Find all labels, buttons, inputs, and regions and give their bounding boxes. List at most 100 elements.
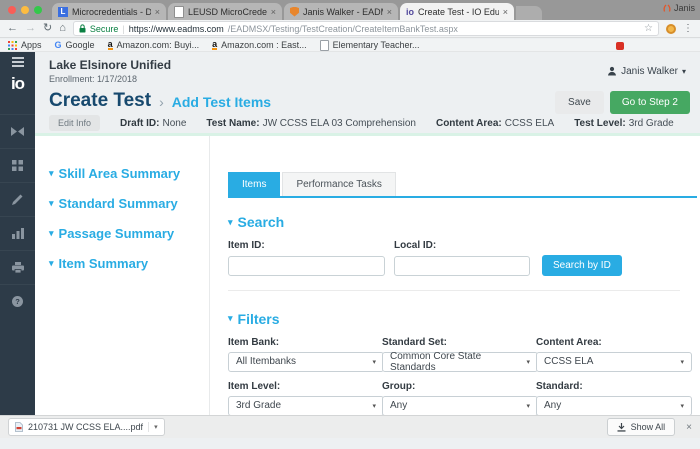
browser-tab-create-test[interactable]: io Create Test - IO Education ×: [400, 3, 514, 20]
person-icon: [608, 66, 617, 76]
test-level: Test Level: 3rd Grade: [574, 117, 674, 129]
butterfly-nav-icon[interactable]: [0, 114, 35, 148]
chrome-profile[interactable]: Janis: [663, 3, 695, 13]
standard-set-filter: Standard Set: Common Core State Standard…: [382, 337, 538, 373]
enrollment-date: Enrollment: 1/17/2018: [49, 74, 138, 84]
item-level-filter: Item Level: 3rd Grade ▾: [228, 381, 384, 416]
bar-chart-nav-icon[interactable]: [0, 216, 35, 250]
hamburger-menu-icon[interactable]: [11, 57, 24, 67]
content-area-select[interactable]: CCSS ELA ▾: [536, 351, 692, 372]
profile-name: Janis: [673, 3, 695, 13]
tab-close-icon[interactable]: ×: [155, 7, 160, 17]
save-button[interactable]: Save: [555, 91, 604, 114]
select-caret-icon: ▾: [372, 402, 376, 410]
bookmark-amazon-1[interactable]: a Amazon.com: Buyi...: [107, 39, 200, 50]
home-icon[interactable]: ⌂: [59, 23, 66, 34]
standard-set-select[interactable]: Common Core State Standards ▾: [382, 351, 538, 373]
secure-label: Secure: [89, 23, 119, 34]
item-bank-filter: Item Bank: All Itembanks ▾: [228, 337, 384, 372]
tab-title: Microcredentials - District Dep: [72, 6, 151, 17]
filters-section-heading[interactable]: ▾ Filters: [228, 311, 700, 327]
chevron-down-icon: ▾: [681, 66, 686, 76]
chrome-menu-icon[interactable]: ⋮: [683, 23, 693, 34]
grid-nav-icon[interactable]: [0, 148, 35, 182]
go-to-step-2-button[interactable]: Go to Step 2: [609, 91, 690, 114]
tab-performance-tasks[interactable]: Performance Tasks: [282, 172, 396, 196]
back-icon[interactable]: ←: [7, 23, 18, 34]
section-divider: [228, 289, 680, 291]
address-bar[interactable]: Secure | https://www.eadms.com/EADMSX/Te…: [72, 21, 659, 36]
browser-tab-eadms-basics[interactable]: Janis Walker - EADMS Basics ×: [284, 3, 398, 20]
browser-tab-microcredentials[interactable]: L Microcredentials - District Dep ×: [52, 3, 166, 20]
reload-icon[interactable]: ↻: [43, 23, 52, 34]
browser-tab-leusd[interactable]: LEUSD MicroCredentials ×: [168, 3, 282, 20]
bookmark-google[interactable]: G Google: [55, 40, 95, 50]
show-all-button[interactable]: Show All: [606, 418, 676, 436]
item-id-label: Item ID:: [228, 240, 265, 251]
item-summary-link[interactable]: ▾ Item Summary: [49, 256, 209, 271]
minimize-window-button[interactable]: [21, 6, 29, 14]
bookmark-label: Google: [65, 40, 95, 50]
apps-grid-icon: [8, 40, 17, 50]
passage-summary-link[interactable]: ▾ Passage Summary: [49, 226, 209, 241]
download-options-caret-icon[interactable]: ▾: [148, 422, 158, 432]
window-controls: [0, 0, 52, 20]
amazon-a-icon: a: [107, 39, 113, 50]
standard-filter: Standard: Any ▾: [536, 381, 692, 416]
url-path: /EADMSX/Testing/TestCreation/CreateItemB…: [227, 23, 458, 34]
downloaded-file-name: 210731 JW CCSS ELA....pdf: [28, 422, 144, 432]
google-g-icon: G: [54, 40, 62, 50]
download-bar: 210731 JW CCSS ELA....pdf ▾ Show All ×: [0, 415, 700, 438]
bookmark-elementary-teacher[interactable]: Elementary Teacher...: [319, 39, 420, 51]
printer-nav-icon[interactable]: [0, 250, 35, 284]
amazon-a-icon: a: [212, 39, 218, 50]
skill-area-summary-link[interactable]: ▾ Skill Area Summary: [49, 166, 209, 181]
download-bar-close-icon[interactable]: ×: [686, 422, 692, 433]
tab-close-icon[interactable]: ×: [271, 7, 276, 17]
item-bank-select[interactable]: All Itembanks ▾: [228, 351, 384, 372]
caret-down-icon: ▾: [49, 258, 54, 268]
close-window-button[interactable]: [8, 6, 16, 14]
bookmark-star-icon[interactable]: ☆: [644, 23, 653, 34]
bookmark-amazon-2[interactable]: a Amazon.com : East...: [212, 40, 307, 50]
standard-select[interactable]: Any ▾: [536, 395, 692, 416]
bookmark-label: Amazon.com : East...: [221, 40, 307, 50]
search-by-id-button[interactable]: Search by ID: [542, 254, 622, 276]
io-logo[interactable]: io: [11, 74, 25, 94]
item-level-select[interactable]: 3rd Grade ▾: [228, 395, 384, 416]
red-bookmark-favicon[interactable]: [616, 42, 624, 50]
extension-icon[interactable]: [666, 23, 676, 34]
group-filter: Group: Any ▾: [382, 381, 538, 416]
zoom-window-button[interactable]: [34, 6, 42, 14]
pdf-file-icon: [15, 422, 23, 432]
edit-info-button[interactable]: Edit Info: [49, 115, 101, 131]
new-tab-button[interactable]: [516, 6, 542, 20]
user-menu[interactable]: Janis Walker ▾: [607, 66, 686, 77]
standard-summary-link[interactable]: ▾ Standard Summary: [49, 196, 209, 211]
header-buttons: Save Go to Step 2: [555, 91, 690, 114]
document-icon: [319, 39, 329, 51]
forward-icon[interactable]: →: [25, 23, 36, 34]
select-caret-icon: ▾: [680, 402, 684, 410]
page-title: Create Test: [49, 90, 152, 111]
profile-avatar-icon: [663, 4, 671, 12]
tab-title: LEUSD MicroCredentials: [188, 6, 267, 17]
tab-items[interactable]: Items: [228, 172, 281, 196]
page-head: Create Test › Add Test Items Save Go to …: [49, 91, 690, 114]
search-section-heading[interactable]: ▾ Search: [228, 214, 700, 230]
tab-title: Create Test - IO Education: [418, 6, 499, 17]
caret-down-icon: ▾: [49, 198, 54, 208]
item-id-input[interactable]: [228, 255, 385, 276]
tab-close-icon[interactable]: ×: [387, 7, 392, 17]
downloaded-file-chip[interactable]: 210731 JW CCSS ELA....pdf ▾: [8, 418, 165, 436]
page-subtitle: Add Test Items: [171, 94, 272, 110]
io-favicon: io: [406, 6, 414, 17]
draft-id: Draft ID: None: [120, 117, 187, 129]
bookmark-label: Amazon.com: Buyi...: [116, 40, 200, 50]
bookmark-apps[interactable]: Apps: [8, 40, 42, 50]
local-id-input[interactable]: [394, 255, 530, 276]
help-nav-icon[interactable]: ?: [0, 284, 35, 318]
group-select[interactable]: Any ▾: [382, 395, 538, 416]
tab-close-icon[interactable]: ×: [503, 7, 508, 17]
pencil-nav-icon[interactable]: [0, 182, 35, 216]
